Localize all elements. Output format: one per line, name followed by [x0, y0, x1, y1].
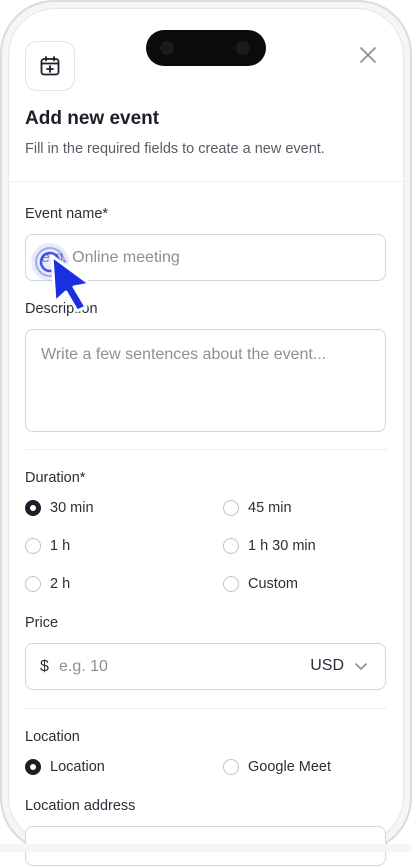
calendar-add-icon: [25, 41, 75, 91]
duration-option-30-min[interactable]: 30 min: [25, 500, 94, 516]
radio-button[interactable]: [25, 759, 41, 775]
price-label: Price: [25, 615, 59, 631]
divider: [25, 449, 387, 450]
radio-button[interactable]: [25, 500, 41, 516]
duration-option-2-h[interactable]: 2 h: [25, 576, 70, 592]
divider: [7, 181, 405, 182]
camera-icon: [236, 41, 250, 55]
chevron-down-icon: [355, 663, 367, 670]
close-icon: [360, 47, 376, 63]
duration-label: Duration*: [25, 470, 86, 486]
radio-button[interactable]: [223, 500, 239, 516]
event-name-label: Event name*: [25, 206, 109, 222]
location-label: Location: [25, 729, 80, 745]
close-button[interactable]: [355, 42, 381, 68]
duration-option-1-h[interactable]: 1 h: [25, 538, 70, 554]
location-option-google-meet[interactable]: Google Meet: [223, 759, 331, 775]
description-textarea[interactable]: Write a few sentences about the event...: [25, 329, 386, 432]
page-subtitle: Fill in the required fields to create a …: [25, 141, 325, 157]
currency-select[interactable]: USD: [310, 657, 368, 675]
duration-option-custom[interactable]: Custom: [223, 576, 298, 592]
price-placeholder: e.g. 10: [59, 658, 108, 675]
phone-bottom-edge: [0, 844, 412, 852]
price-input[interactable]: $ e.g. 10 USD: [25, 643, 386, 690]
sensor-icon: [160, 41, 174, 55]
currency-value: USD: [310, 657, 344, 674]
radio-button[interactable]: [25, 538, 41, 554]
divider: [25, 708, 387, 709]
dynamic-island: [146, 30, 266, 66]
duration-option-1-h-30-min[interactable]: 1 h 30 min: [223, 538, 316, 554]
pointer-cursor-icon: [31, 243, 92, 313]
page-title: Add new event: [25, 108, 160, 129]
duration-option-45-min[interactable]: 45 min: [223, 500, 292, 516]
location-option-location[interactable]: Location: [25, 759, 105, 775]
currency-symbol: $: [40, 658, 49, 675]
radio-button[interactable]: [223, 576, 239, 592]
radio-button[interactable]: [223, 759, 239, 775]
description-placeholder: Write a few sentences about the event...: [41, 346, 327, 363]
radio-button[interactable]: [223, 538, 239, 554]
radio-button[interactable]: [25, 576, 41, 592]
location-address-label: Location address: [25, 798, 136, 814]
